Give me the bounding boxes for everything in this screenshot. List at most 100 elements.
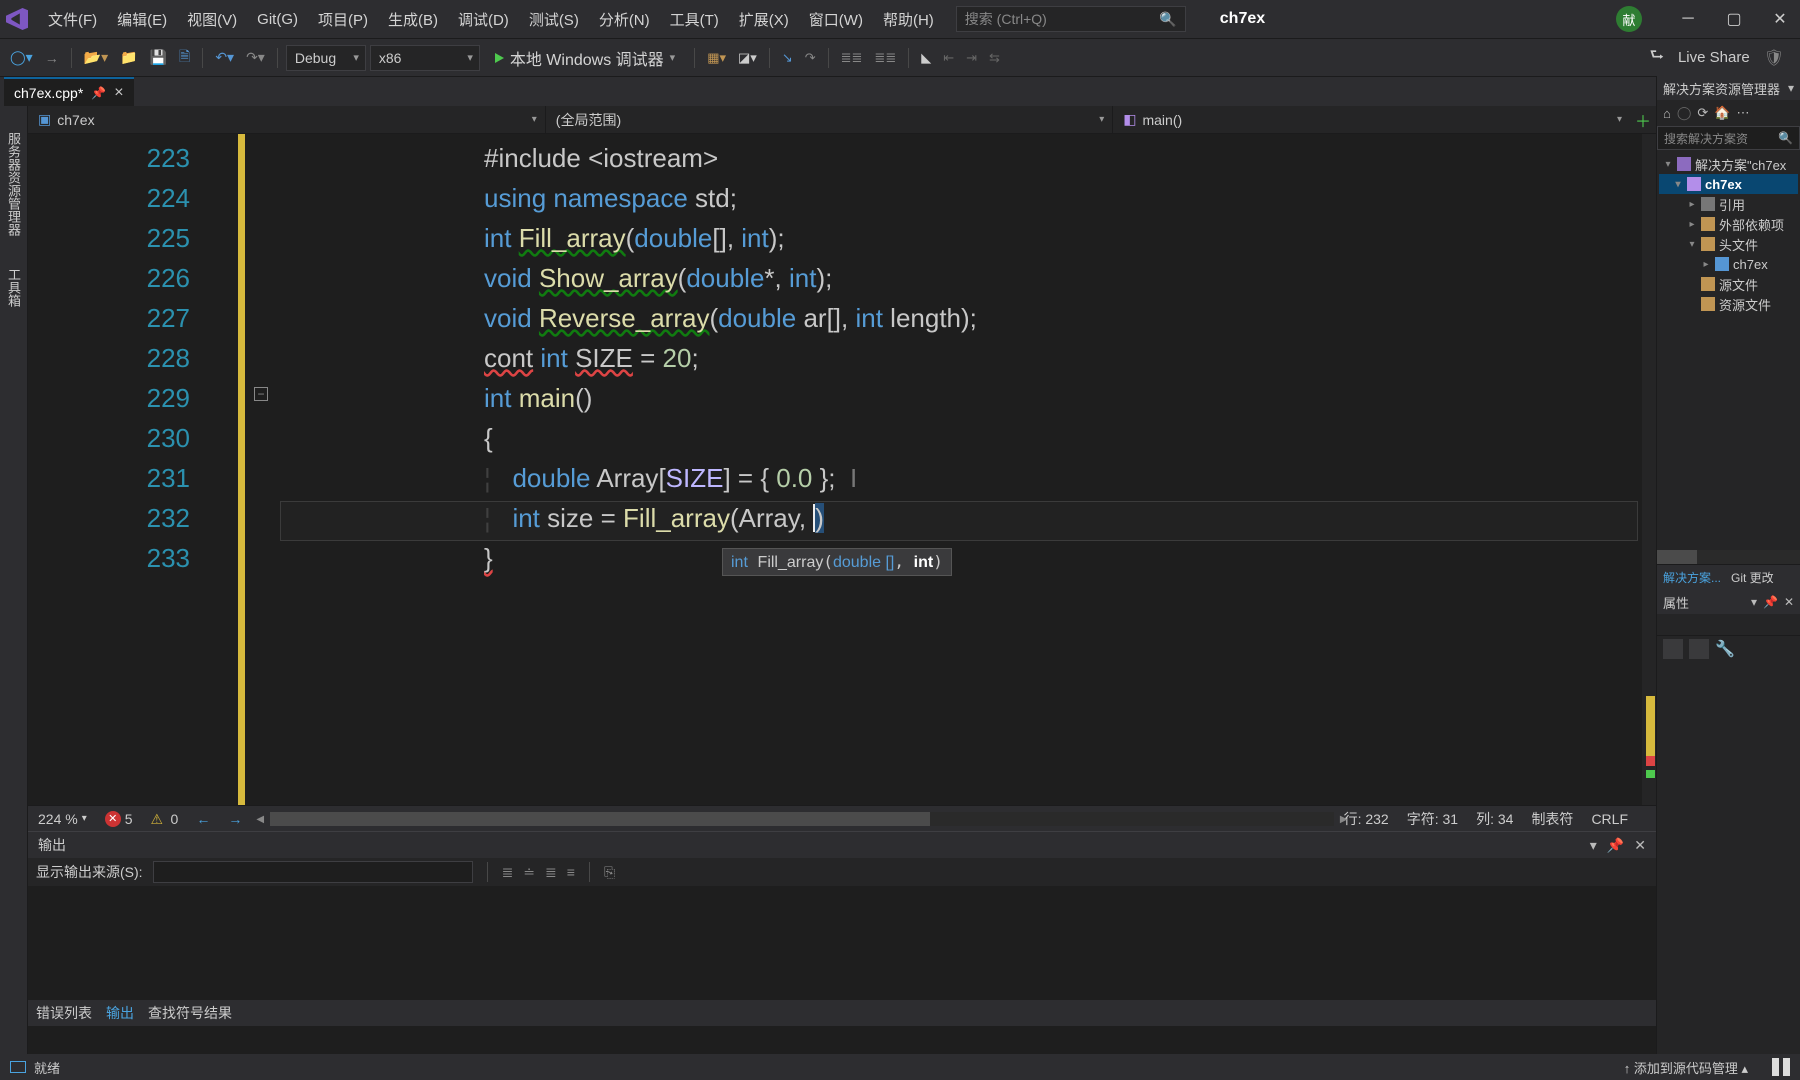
config-combo[interactable]: Debug <box>286 45 366 71</box>
tree-project-node[interactable]: ▾ch7ex <box>1659 174 1798 194</box>
step-over-button[interactable]: ↷ <box>801 46 820 70</box>
toolbar-icon-6[interactable]: ⇥ <box>962 46 981 70</box>
nav-back[interactable]: ← <box>196 811 210 827</box>
bookmark-button[interactable]: ◣ <box>917 46 935 70</box>
output-dropdown-icon[interactable]: ▾ <box>1590 837 1597 854</box>
properties-body[interactable] <box>1657 662 1800 1054</box>
tab-find-symbol[interactable]: 查找符号结果 <box>148 1003 232 1023</box>
toolbar-icon-4[interactable]: ≣≣ <box>870 46 900 70</box>
start-debug-button[interactable]: 本地 Windows 调试器 ▾ <box>484 45 686 71</box>
liveshare-button[interactable]: Live Share <box>1678 49 1750 66</box>
close-tab-button[interactable]: × <box>114 84 123 102</box>
platform-combo[interactable]: x86 <box>370 45 480 71</box>
menu-tools[interactable]: 工具(T) <box>662 5 727 34</box>
user-avatar[interactable]: 献 <box>1616 6 1642 32</box>
se-dropdown-icon[interactable]: ▾ <box>1788 81 1794 95</box>
status-scm-button[interactable]: ↑ 添加到源代码管理 ▴ <box>1624 1058 1748 1077</box>
new-project-button[interactable]: 📂▾ <box>80 45 112 70</box>
context-file-combo[interactable]: ▣ ch7ex <box>28 106 546 133</box>
output-icon-5[interactable]: ⎘ <box>604 864 615 881</box>
tab-error-list[interactable]: 错误列表 <box>36 1003 92 1023</box>
save-all-button[interactable]: 🗎 <box>175 42 194 74</box>
solution-hscroll[interactable] <box>1657 550 1800 564</box>
menu-git[interactable]: Git(G) <box>249 7 306 32</box>
tree-file-ch7ex[interactable]: ▸ch7ex <box>1659 254 1798 274</box>
undo-button[interactable]: ↶▾ <box>211 45 238 70</box>
output-icon-4[interactable]: ≡ <box>567 864 575 880</box>
scrollbar-overview[interactable] <box>1642 134 1656 805</box>
toolbar-icon-2[interactable]: ◪▾ <box>734 46 761 70</box>
char-indicator[interactable]: 字符: 31 <box>1407 809 1458 829</box>
col-indicator[interactable]: 列: 34 <box>1476 809 1513 829</box>
eol-indicator[interactable]: CRLF <box>1591 811 1628 827</box>
redo-button[interactable]: ↷▾ <box>242 45 269 70</box>
solution-search-input[interactable]: 搜索解决方案资 🔍 <box>1657 126 1800 150</box>
tab-ch7ex-cpp[interactable]: ch7ex.cpp* 📌 × <box>4 77 134 106</box>
tree-external-deps-node[interactable]: ▸外部依赖项 <box>1659 214 1798 234</box>
save-button[interactable]: 💾 <box>146 45 171 70</box>
se-sync-icon[interactable]: ⟳ <box>1697 105 1708 121</box>
output-source-combo[interactable] <box>153 861 473 883</box>
output-icon-3[interactable]: ≣ <box>545 864 557 881</box>
output-text-area[interactable] <box>28 886 1656 1000</box>
output-clear-button[interactable]: ≣ <box>502 864 514 881</box>
toolbar-icon-3[interactable]: ≣≣ <box>837 46 867 70</box>
tree-headers-node[interactable]: ▾头文件 <box>1659 234 1798 254</box>
forward-button[interactable]: → <box>41 46 63 70</box>
menu-analyze[interactable]: 分析(N) <box>591 5 658 34</box>
menu-window[interactable]: 窗口(W) <box>801 5 871 34</box>
line-indicator[interactable]: 行: 232 <box>1344 809 1389 829</box>
nav-fwd[interactable]: → <box>228 811 242 827</box>
quick-search-input[interactable]: 搜索 (Ctrl+Q) 🔍 <box>956 6 1186 32</box>
tabs-indicator[interactable]: 制表符 <box>1531 809 1573 829</box>
output-icon-2[interactable]: ≐ <box>523 864 535 881</box>
prop-pin-icon[interactable]: 📌 <box>1763 595 1778 609</box>
tab-solution-explorer[interactable]: 解决方案... <box>1663 569 1721 586</box>
toolbar-icon-5[interactable]: ⇤ <box>939 46 958 70</box>
output-pin-icon[interactable]: 📌 <box>1607 837 1624 854</box>
rail-toolbox[interactable]: 工具箱 <box>2 262 25 313</box>
context-member-combo[interactable]: ◧ main() <box>1113 106 1630 133</box>
prop-dropdown-icon[interactable]: ▾ <box>1751 595 1757 609</box>
se-back-icon[interactable]: ◯ <box>1677 105 1692 121</box>
tab-output[interactable]: 输出 <box>106 1003 134 1023</box>
pin-icon[interactable]: 📌 <box>91 86 106 100</box>
menu-test[interactable]: 测试(S) <box>521 5 587 34</box>
menu-file[interactable]: 文件(F) <box>40 5 105 34</box>
close-button[interactable]: ✕ <box>1766 0 1794 38</box>
prop-alpha-button[interactable] <box>1689 639 1709 659</box>
context-scope-combo[interactable]: (全局范围) <box>546 106 1113 133</box>
menu-project[interactable]: 项目(P) <box>310 5 376 34</box>
maximize-button[interactable]: ▢ <box>1720 0 1748 38</box>
admin-icon[interactable]: 🛡 <box>1764 48 1784 68</box>
toolbar-icon-7[interactable]: ⇆ <box>985 46 1004 70</box>
add-member-button[interactable]: ＋ <box>1630 108 1656 132</box>
prop-close-icon[interactable]: ✕ <box>1784 595 1794 609</box>
editor-hscrollbar[interactable]: ◀ ▶ <box>270 812 1333 826</box>
se-home-icon[interactable]: ⌂ <box>1663 106 1671 121</box>
zoom-level[interactable]: 224 % ▾ <box>38 811 87 827</box>
menu-debug[interactable]: 调试(D) <box>450 5 517 34</box>
tree-references-node[interactable]: ▸引用 <box>1659 194 1798 214</box>
output-close-icon[interactable]: ✕ <box>1634 837 1646 854</box>
menu-build[interactable]: 生成(B) <box>380 5 446 34</box>
toolbar-icon-1[interactable]: ▦▾ <box>703 46 730 70</box>
prop-wrench-icon[interactable]: 🔧 <box>1715 639 1735 659</box>
rail-server-explorer[interactable]: 服务器资源管理器 <box>2 126 25 242</box>
liveshare-icon[interactable]: ⮑ <box>1650 44 1664 71</box>
error-count[interactable]: ✕5 <box>105 811 133 827</box>
minimize-button[interactable]: ─ <box>1674 0 1702 38</box>
back-button[interactable]: ◯▾ <box>6 45 37 70</box>
pause-icon[interactable] <box>1772 1058 1790 1076</box>
se-more-icon[interactable]: ⋯ <box>1737 105 1750 121</box>
solution-tree[interactable]: ▾解决方案"ch7ex ▾ch7ex ▸引用 ▸外部依赖项 ▾头文件 ▸ch7e… <box>1657 150 1800 550</box>
open-button[interactable]: 📁 <box>116 45 141 70</box>
tree-solution-node[interactable]: ▾解决方案"ch7ex <box>1659 154 1798 174</box>
menu-extensions[interactable]: 扩展(X) <box>731 5 797 34</box>
tree-sources-node[interactable]: 源文件 <box>1659 274 1798 294</box>
warning-count[interactable]: ⚠0 <box>151 811 179 827</box>
prop-categorized-button[interactable] <box>1663 639 1683 659</box>
code-editor[interactable]: 223 224 225 226 227 228 229 230 231 232 … <box>28 134 1656 805</box>
menu-view[interactable]: 视图(V) <box>179 5 245 34</box>
code-content[interactable]: #include <iostream> using namespace std;… <box>228 134 1656 805</box>
